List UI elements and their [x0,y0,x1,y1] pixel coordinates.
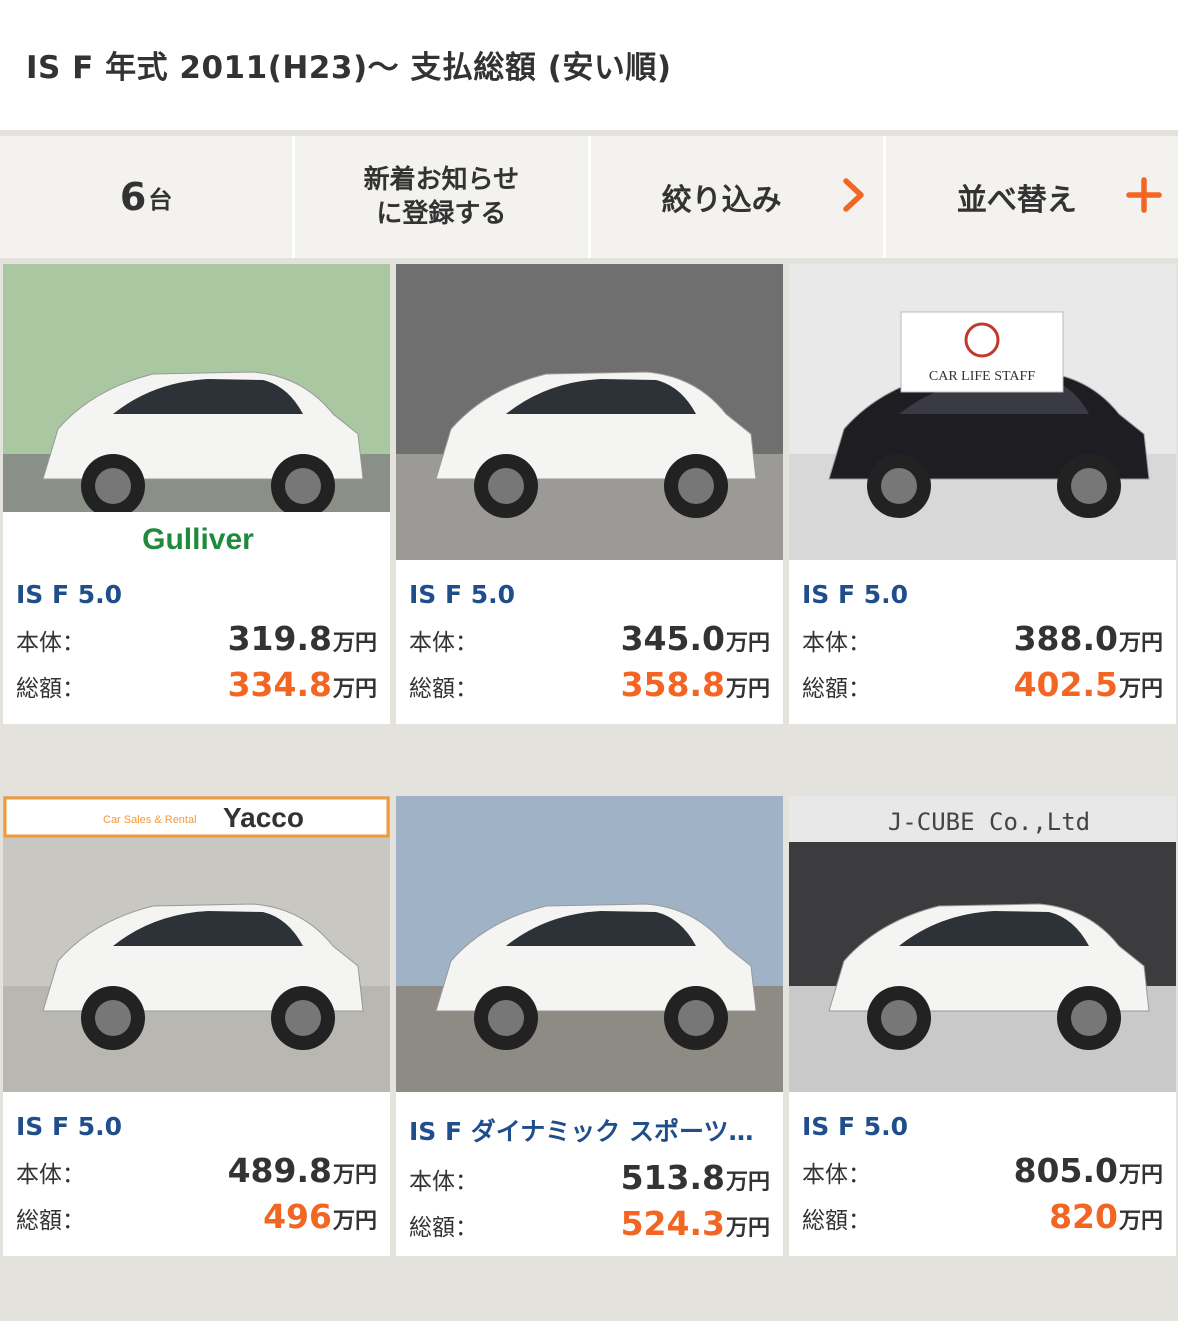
total-price-value: 496 [263,1196,332,1236]
total-price: 524.3万円 [621,1204,770,1243]
car-name[interactable]: IS F ダイナミック スポーツ… [409,1112,770,1148]
notify-register-button[interactable]: 新着お知らせ に登録する [292,136,587,258]
total-price-row: 総額： 496万円 [16,1197,377,1243]
base-price-label: 本体： [16,1161,85,1188]
total-price-label: 総額： [409,1214,478,1241]
total-price-label: 総額： [802,1207,871,1234]
base-price-row: 本体： 513.8万円 [409,1158,770,1204]
plus-icon [1126,177,1162,217]
price-unit: 万円 [1118,1162,1163,1188]
total-price: 358.8万円 [621,665,770,704]
listing-card[interactable]: J-CUBE Co.,Ltd IS F 5.0 本体： 805.0万円 総額： … [789,795,1176,1256]
total-price-value: 334.8 [227,665,332,704]
dealer-sub: Car Sales & Rental [103,814,197,826]
car-photo[interactable] [396,795,783,1092]
price-unit: 万円 [332,1208,377,1234]
dealer-logo: Gulliver [142,523,254,556]
base-price-row: 本体： 388.0万円 [802,619,1163,665]
result-count: 6 台 [0,136,292,258]
base-price-value: 805.0 [1013,1150,1118,1190]
listing-card[interactable]: CAR LIFE STAFF IS F 5.0 本体： 388.0万円 総額： … [789,264,1176,724]
listing-card[interactable]: Car Sales & Rental Yacco IS F 5.0 本体： 489… [3,795,390,1256]
car-name[interactable]: IS F 5.0 [16,1112,377,1141]
total-price-row: 総額： 524.3万円 [409,1204,770,1250]
price-unit: 万円 [1118,631,1163,656]
base-price: 319.8万円 [228,619,377,658]
total-price: 820万円 [1049,1197,1163,1236]
dealer-logo: J-CUBE Co.,Ltd [888,808,1090,836]
total-price-value: 820 [1049,1196,1118,1236]
base-price-label: 本体： [409,1168,478,1195]
total-price: 334.8万円 [228,665,377,704]
total-price: 496万円 [263,1197,377,1236]
filter-button[interactable]: 絞り込み [587,136,883,258]
base-price-value: 489.8 [227,1150,332,1190]
dealer-logo: Yacco [223,802,304,833]
price-unit: 万円 [1118,1208,1163,1234]
total-price-row: 総額： 402.5万円 [802,665,1163,711]
base-price-row: 本体： 489.8万円 [16,1151,377,1197]
price-unit: 万円 [332,631,377,656]
total-price-row: 総額： 820万円 [802,1197,1163,1243]
toolbar: 6 台 新着お知らせ に登録する 絞り込み 並べ替え [0,136,1178,258]
sort-button[interactable]: 並べ替え [882,136,1178,258]
total-price-label: 総額： [802,676,871,702]
base-price-value: 345.0 [620,619,725,658]
base-price: 388.0万円 [1014,619,1163,658]
car-name[interactable]: IS F 5.0 [16,580,377,609]
base-price-label: 本体： [409,630,478,656]
total-price-label: 総額： [409,676,478,702]
total-price-label: 総額： [16,676,85,702]
total-price-value: 358.8 [620,665,725,704]
base-price: 345.0万円 [621,619,770,658]
page-title: IS F 年式 2011(H23)～ 支払総額 (安い順) [26,50,672,86]
base-price-label: 本体： [802,630,871,656]
car-photo[interactable]: Car Sales & Rental Yacco [3,795,390,1092]
total-price: 402.5万円 [1014,665,1163,704]
notify-label-line1: 新着お知らせ [363,165,520,195]
listing-card[interactable]: IS F ダイナミック スポーツ… 本体： 513.8万円 総額： 524.3万… [396,795,783,1256]
total-price-row: 総額： 358.8万円 [409,665,770,711]
base-price: 489.8万円 [228,1151,377,1190]
price-unit: 万円 [725,677,770,702]
price-unit: 万円 [332,1162,377,1188]
base-price-row: 本体： 805.0万円 [802,1151,1163,1197]
chevron-right-icon [841,177,867,217]
price-unit: 万円 [725,1215,770,1241]
listing-grid: Gulliver IS F 5.0 本体： 319.8万円 総額： 334.8万… [0,258,1178,1321]
listing-card[interactable]: Gulliver IS F 5.0 本体： 319.8万円 総額： 334.8万… [3,264,390,724]
total-price-label: 総額： [16,1207,85,1234]
base-price-row: 本体： 319.8万円 [16,619,377,665]
base-price-row: 本体： 345.0万円 [409,619,770,665]
result-count-number: 6 [119,175,147,219]
total-price-value: 524.3 [620,1203,725,1243]
notify-label-line2: に登録する [376,199,507,229]
car-name[interactable]: IS F 5.0 [802,1112,1163,1141]
car-photo[interactable] [396,264,783,560]
car-name[interactable]: IS F 5.0 [802,580,1163,609]
sort-label: 並べ替え [956,183,1077,218]
price-unit: 万円 [1118,677,1163,702]
total-price-value: 402.5 [1013,665,1118,704]
base-price-value: 319.8 [227,619,332,658]
car-photo[interactable]: CAR LIFE STAFF [789,264,1176,560]
base-price-label: 本体： [16,630,85,656]
listing-card[interactable]: IS F 5.0 本体： 345.0万円 総額： 358.8万円 [396,264,783,724]
dealer-logo: CAR LIFE STAFF [929,369,1035,384]
result-count-unit: 台 [148,185,173,214]
car-photo[interactable]: Gulliver [3,264,390,560]
price-unit: 万円 [332,677,377,702]
car-name[interactable]: IS F 5.0 [409,580,770,609]
base-price-label: 本体： [802,1161,871,1188]
price-unit: 万円 [725,631,770,656]
base-price-value: 388.0 [1013,619,1118,658]
base-price: 805.0万円 [1014,1151,1163,1190]
car-photo[interactable]: J-CUBE Co.,Ltd [789,795,1176,1092]
total-price-row: 総額： 334.8万円 [16,665,377,711]
filter-label: 絞り込み [661,183,782,218]
